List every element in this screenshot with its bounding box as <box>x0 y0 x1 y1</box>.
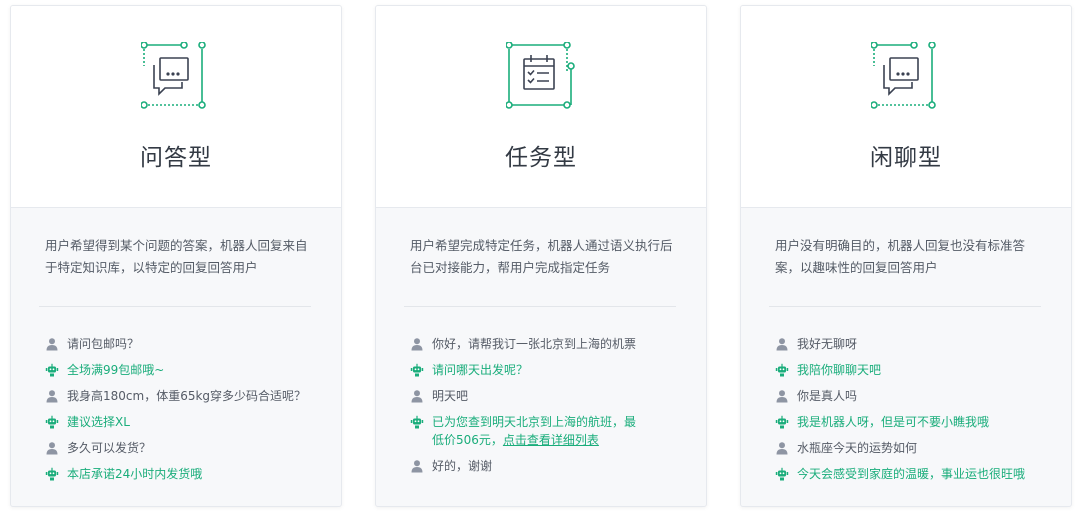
dialog-message-user: 我好无聊呀 <box>775 335 1065 353</box>
message-text: 我是机器人呀，但是可不要小瞧我哦 <box>797 415 990 429</box>
card-task: 任务型 用户希望完成特定任务，机器人通过语义执行后台已对接能力，帮用户完成指定任… <box>375 5 707 507</box>
message-text: 明天吧 <box>432 389 469 403</box>
user-icon <box>411 390 423 403</box>
user-icon <box>411 338 423 351</box>
card-title: 问答型 <box>140 145 212 171</box>
dialog-message-bot: 今天会感受到家庭的温暖，事业运也很旺哦 <box>775 465 1065 483</box>
card-description: 用户希望完成特定任务，机器人通过语义执行后台已对接能力，帮用户完成指定任务 <box>410 238 673 275</box>
message-text: 请问哪天出发呢？ <box>432 363 529 377</box>
sample-dialog: 我好无聊呀 我陪你聊聊天吧 你是真人吗 我是机器人呀，但是可不要小瞧我哦 水瓶座… <box>775 335 1065 491</box>
user-icon <box>46 390 58 403</box>
divider <box>404 306 676 307</box>
user-icon <box>776 390 788 403</box>
task-calendar-icon <box>506 42 575 109</box>
card-header: 闲聊型 <box>741 6 1071 208</box>
scenario-cards: 问答型 用户希望得到某个问题的答案，机器人回复来自于特定知识库，以特定的回复回答… <box>0 0 1080 517</box>
divider <box>769 306 1041 307</box>
robot-icon <box>410 363 424 377</box>
divider <box>39 306 311 307</box>
message-text: 我好无聊呀 <box>797 337 858 351</box>
dialog-message-user: 水瓶座今天的运势如何 <box>775 439 1065 457</box>
dialog-message-user: 请问包邮吗？ <box>45 335 335 353</box>
dialog-message-bot: 请问哪天出发呢？ <box>410 361 700 379</box>
card-description: 用户希望得到某个问题的答案，机器人回复来自于特定知识库，以特定的回复回答用户 <box>45 238 308 275</box>
robot-icon <box>410 415 424 429</box>
robot-icon <box>775 415 789 429</box>
message-text: 我陪你聊聊天吧 <box>797 363 882 377</box>
dialog-message-user: 多久可以发货？ <box>45 439 335 457</box>
robot-icon <box>45 415 59 429</box>
dialog-message-bot: 建议选择XL <box>45 413 335 431</box>
robot-icon <box>45 363 59 377</box>
card-description: 用户没有明确目的，机器人回复也没有标准答案，以趣味性的回复回答用户 <box>775 238 1026 275</box>
dialog-message-bot: 已为您查到明天北京到上海的航班，最低价506元，点击查看详细列表 <box>410 413 640 449</box>
card-header: 任务型 <box>376 6 706 208</box>
message-text: 建议选择XL <box>67 415 130 429</box>
message-text: 我身高180cm，体重65kg穿多少码合适呢？ <box>67 389 307 403</box>
user-icon <box>46 338 58 351</box>
message-text: 你是真人吗 <box>797 389 858 403</box>
dialog-message-user: 好的，谢谢 <box>410 457 700 475</box>
robot-icon <box>775 363 789 377</box>
chat-bubble-icon <box>141 42 206 109</box>
dialog-message-bot: 我是机器人呀，但是可不要小瞧我哦 <box>775 413 1065 431</box>
dialog-message-user: 你好，请帮我订一张北京到上海的机票 <box>410 335 700 353</box>
message-text: 好的，谢谢 <box>432 459 493 473</box>
message-text: 水瓶座今天的运势如何 <box>797 441 918 455</box>
dialog-message-user: 我身高180cm，体重65kg穿多少码合适呢？ <box>45 387 335 405</box>
card-chitchat: 闲聊型 用户没有明确目的，机器人回复也没有标准答案，以趣味性的回复回答用户 我好… <box>740 5 1072 507</box>
dialog-message-user: 明天吧 <box>410 387 700 405</box>
message-text: 你好，请帮我订一张北京到上海的机票 <box>432 337 637 351</box>
chat-bubble-icon <box>871 42 936 109</box>
message-text: 全场满99包邮哦~ <box>67 363 165 377</box>
robot-icon <box>45 467 59 481</box>
user-icon <box>776 442 788 455</box>
user-icon <box>411 460 423 473</box>
dialog-message-bot: 我陪你聊聊天吧 <box>775 361 1065 379</box>
user-icon <box>46 442 58 455</box>
message-text: 多久可以发货？ <box>67 441 152 455</box>
card-qa: 问答型 用户希望得到某个问题的答案，机器人回复来自于特定知识库，以特定的回复回答… <box>10 5 342 507</box>
sample-dialog: 你好，请帮我订一张北京到上海的机票 请问哪天出发呢？ 明天吧 已为您查到明天北京… <box>410 335 700 483</box>
card-title: 闲聊型 <box>870 145 942 171</box>
dialog-message-bot: 全场满99包邮哦~ <box>45 361 335 379</box>
message-text: 请问包邮吗？ <box>67 337 140 351</box>
robot-icon <box>775 467 789 481</box>
view-flight-list-link[interactable]: 点击查看详细列表 <box>503 433 599 447</box>
card-header: 问答型 <box>11 6 341 208</box>
user-icon <box>776 338 788 351</box>
message-text: 今天会感受到家庭的温暖，事业运也很旺哦 <box>797 467 1026 481</box>
dialog-message-bot: 本店承诺24小时内发货哦 <box>45 465 335 483</box>
dialog-message-user: 你是真人吗 <box>775 387 1065 405</box>
message-text: 本店承诺24小时内发货哦 <box>67 467 203 481</box>
card-title: 任务型 <box>505 145 577 171</box>
sample-dialog: 请问包邮吗？ 全场满99包邮哦~ 我身高180cm，体重65kg穿多少码合适呢？… <box>45 335 335 491</box>
